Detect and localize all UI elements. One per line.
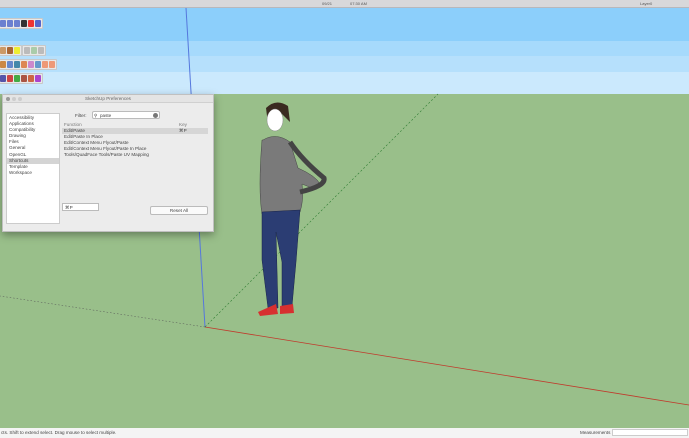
category-list: Accessibility Applications Compatibility… bbox=[6, 113, 60, 224]
person-figure bbox=[258, 102, 327, 316]
measurements-label: Measurements bbox=[580, 430, 611, 435]
red-axis-negative bbox=[0, 295, 206, 328]
close-button[interactable] bbox=[6, 97, 10, 101]
minimize-button[interactable] bbox=[12, 97, 16, 101]
clear-icon[interactable] bbox=[153, 113, 158, 118]
green-axis bbox=[204, 93, 439, 328]
filter-input[interactable]: ⚲ paste bbox=[92, 111, 160, 119]
measurements-input[interactable] bbox=[612, 429, 688, 436]
filter-label: Filter: bbox=[75, 113, 87, 118]
table-row[interactable]: Tools/QuadFace Tools/Paste UV Mapping bbox=[62, 152, 208, 158]
dialog-title: SketchUp Preferences bbox=[3, 95, 213, 103]
status-text: cts. Shift to extend select. Drag mouse … bbox=[1, 430, 117, 435]
zoom-button[interactable] bbox=[18, 97, 22, 101]
search-icon: ⚲ bbox=[94, 113, 98, 118]
filter-value: paste bbox=[100, 113, 112, 118]
shortcut-table: Function Key Edit/Paste ⌘P Edit/Paste In P… bbox=[62, 122, 208, 198]
category-item[interactable]: Workspace bbox=[7, 170, 59, 176]
red-axis bbox=[204, 326, 689, 406]
status-bar: cts. Shift to extend select. Drag mouse … bbox=[0, 428, 689, 438]
reset-all-button[interactable]: Reset All bbox=[150, 206, 208, 215]
key-input[interactable]: ⌘P bbox=[62, 203, 99, 211]
preferences-dialog: SketchUp Preferences Accessibility Appli… bbox=[2, 94, 214, 232]
column-function: Function bbox=[64, 122, 82, 127]
